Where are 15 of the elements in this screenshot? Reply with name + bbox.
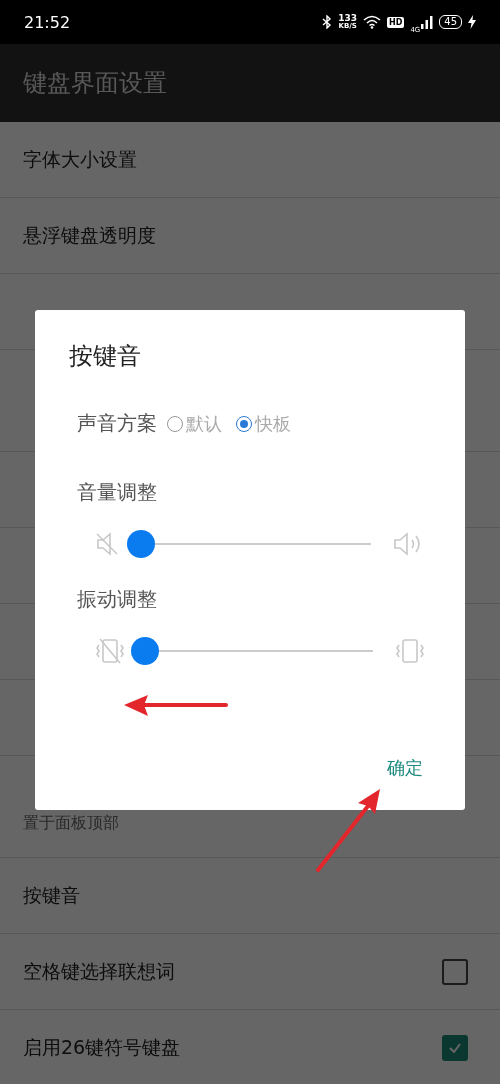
item-subtitle: 置于面板顶部 bbox=[23, 813, 119, 834]
scheme-label: 声音方案 bbox=[77, 410, 157, 437]
slider-label: 音量调整 bbox=[77, 479, 157, 506]
app-title: 键盘界面设置 bbox=[23, 68, 167, 99]
hd-badge: HD bbox=[387, 16, 405, 28]
item-title: 字体大小设置 bbox=[23, 146, 137, 172]
network-speed: 133 bbox=[338, 14, 358, 23]
dialog-title: 按键音 bbox=[69, 341, 141, 372]
slider-label: 振动调整 bbox=[77, 586, 157, 613]
item-title: 空格键选择联想词 bbox=[23, 958, 175, 984]
status-time: 21:52 bbox=[24, 12, 71, 32]
item-title: 按键音 bbox=[23, 882, 80, 908]
item-title: 悬浮键盘透明度 bbox=[23, 222, 156, 248]
battery-level: 45 bbox=[439, 15, 462, 29]
item-title: 启用26键符号键盘 bbox=[23, 1034, 181, 1060]
